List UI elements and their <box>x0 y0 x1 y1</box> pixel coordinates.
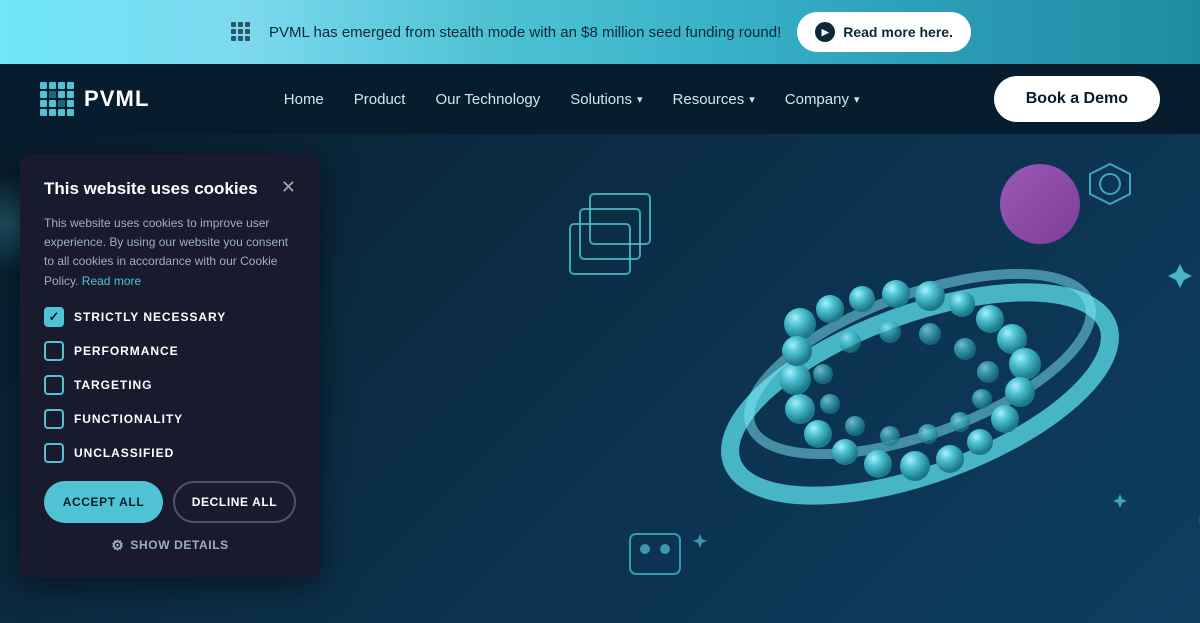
book-demo-button[interactable]: Book a Demo <box>994 76 1160 122</box>
cookie-option-targeting: TARGETING <box>44 375 296 395</box>
performance-checkbox[interactable] <box>44 341 64 361</box>
cookie-option-strictly-necessary: STRICTLY NECESSARY <box>44 307 296 327</box>
functionality-checkbox[interactable] <box>44 409 64 429</box>
gear-icon: ⚙ <box>111 537 124 554</box>
network-visualization <box>500 134 1200 614</box>
read-more-label: Read more here. <box>843 24 953 40</box>
close-button[interactable]: ✕ <box>281 178 296 196</box>
announcement-bar: PVML has emerged from stealth mode with … <box>0 0 1200 64</box>
cookie-option-functionality: FUNCTIONALITY <box>44 409 296 429</box>
resources-chevron-icon: ▾ <box>749 93 755 106</box>
read-more-cookie-link[interactable]: Read more <box>82 274 141 288</box>
cookie-modal: This website uses cookies ✕ This website… <box>20 154 320 578</box>
show-details-label: SHOW DETAILS <box>130 538 228 552</box>
show-details-toggle[interactable]: ⚙ SHOW DETAILS <box>44 537 296 554</box>
cookie-option-performance: PERFORMANCE <box>44 341 296 361</box>
nav-item-resources[interactable]: Resources ▾ <box>673 91 755 108</box>
nav-item-home[interactable]: Home <box>284 91 324 108</box>
logo-text: PVML <box>84 86 150 112</box>
play-icon: ▶ <box>815 22 835 42</box>
modal-actions: ACCEPT ALL DECLINE ALL <box>44 481 296 523</box>
strictly-necessary-checkbox[interactable] <box>44 307 64 327</box>
modal-header: This website uses cookies ✕ <box>44 178 296 200</box>
nav-item-company[interactable]: Company ▾ <box>785 91 860 108</box>
decline-all-button[interactable]: DECLINE ALL <box>173 481 296 523</box>
nav-logo[interactable]: PVML <box>40 82 150 116</box>
nav-item-solutions[interactable]: Solutions ▾ <box>570 91 642 108</box>
logo-grid-icon <box>40 82 74 116</box>
cookie-description: This website uses cookies to improve use… <box>44 214 296 291</box>
cookie-option-unclassified: UNCLASSIFIED <box>44 443 296 463</box>
performance-label: PERFORMANCE <box>74 344 179 358</box>
functionality-label: FUNCTIONALITY <box>74 412 183 426</box>
announcement-logo <box>229 20 253 44</box>
nav-item-technology[interactable]: Our Technology <box>435 91 540 108</box>
cookie-modal-title: This website uses cookies <box>44 178 258 200</box>
strictly-necessary-label: STRICTLY NECESSARY <box>74 310 226 324</box>
company-chevron-icon: ▾ <box>854 93 860 106</box>
read-more-button[interactable]: ▶ Read more here. <box>797 12 971 52</box>
announcement-text: PVML has emerged from stealth mode with … <box>269 24 781 41</box>
unclassified-label: UNCLASSIFIED <box>74 446 174 460</box>
unclassified-checkbox[interactable] <box>44 443 64 463</box>
nav-item-product[interactable]: Product <box>354 91 406 108</box>
navbar: PVML Home Product Our Technology Solutio… <box>0 64 1200 134</box>
accept-all-button[interactable]: ACCEPT ALL <box>44 481 163 523</box>
targeting-label: TARGETING <box>74 378 152 392</box>
targeting-checkbox[interactable] <box>44 375 64 395</box>
nav-links: Home Product Our Technology Solutions ▾ … <box>284 91 860 108</box>
solutions-chevron-icon: ▾ <box>637 93 643 106</box>
